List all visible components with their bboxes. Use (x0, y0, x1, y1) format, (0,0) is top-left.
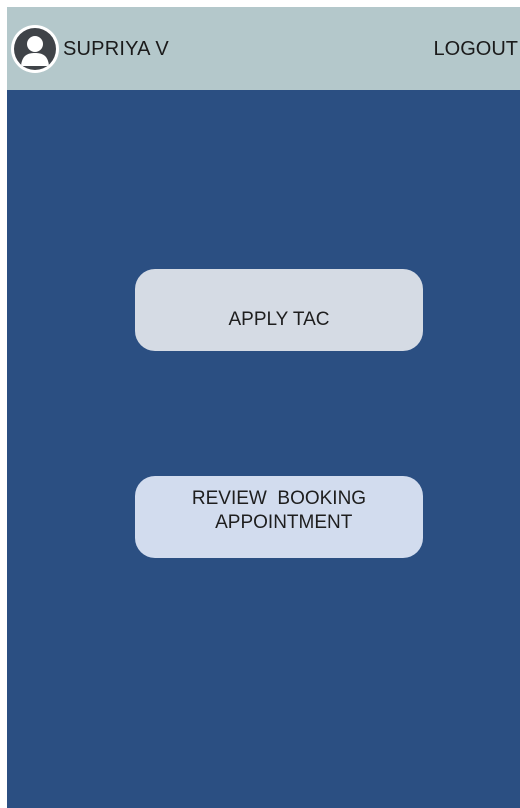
apply-tac-button[interactable]: APPLY TAC (135, 269, 423, 351)
review-booking-label: REVIEW BOOKING APPOINTMENT (191, 488, 367, 533)
avatar-silhouette (14, 28, 56, 70)
user-name-label: SUPRIYA V (63, 38, 169, 60)
review-booking-appointment-button[interactable]: REVIEW BOOKING APPOINTMENT (135, 476, 423, 558)
logout-link[interactable]: LOGOUT (434, 38, 518, 61)
person-icon (21, 36, 49, 66)
user-avatar-icon[interactable] (11, 25, 59, 73)
apply-tac-label: APPLY TAC (228, 309, 330, 330)
app-screen: SUPRIYA V LOGOUT APPLY TAC REVIEW BOOKIN… (7, 7, 520, 808)
top-header-bar: SUPRIYA V LOGOUT (7, 7, 520, 90)
